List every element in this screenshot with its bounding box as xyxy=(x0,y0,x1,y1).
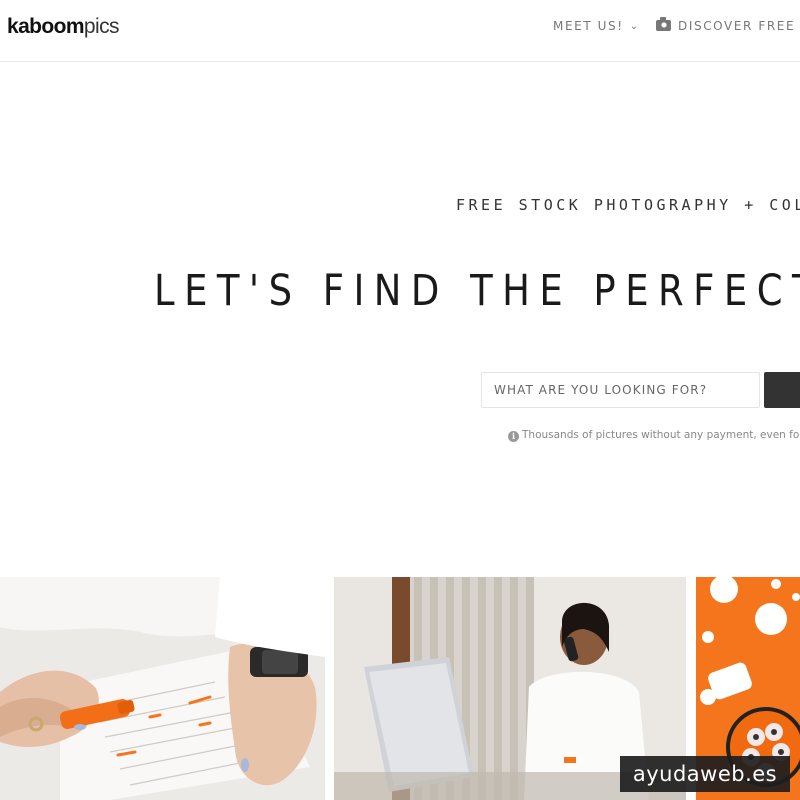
info-icon: i xyxy=(508,431,519,442)
photo-highlighter-document[interactable] xyxy=(0,577,325,800)
top-navigation-bar: kaboompics MEET US! ⌄ DISCOVER FREE PH xyxy=(0,0,800,62)
chevron-down-icon: ⌄ xyxy=(629,21,640,32)
hero-note: i Thousands of pictures without any payme… xyxy=(508,429,800,442)
watermark-label: ayudaweb.es xyxy=(620,756,790,792)
nav-meet-us-label: MEET US! xyxy=(553,19,624,33)
search-button[interactable] xyxy=(764,372,800,408)
hero-kicker: FREE STOCK PHOTOGRAPHY + COLO xyxy=(456,196,800,214)
nav-discover-free-photos[interactable]: DISCOVER FREE PH xyxy=(656,17,800,33)
hero-note-text: Thousands of pictures without any paymen… xyxy=(522,429,800,441)
nav-discover-label: DISCOVER FREE PH xyxy=(678,19,800,33)
hero-headline: LET'S FIND THE PERFECT xyxy=(154,266,800,316)
site-logo[interactable]: kaboompics xyxy=(7,15,119,39)
search-input[interactable] xyxy=(481,372,760,408)
nav-meet-us-dropdown[interactable]: MEET US! ⌄ xyxy=(553,19,640,33)
camera-icon xyxy=(656,17,671,31)
